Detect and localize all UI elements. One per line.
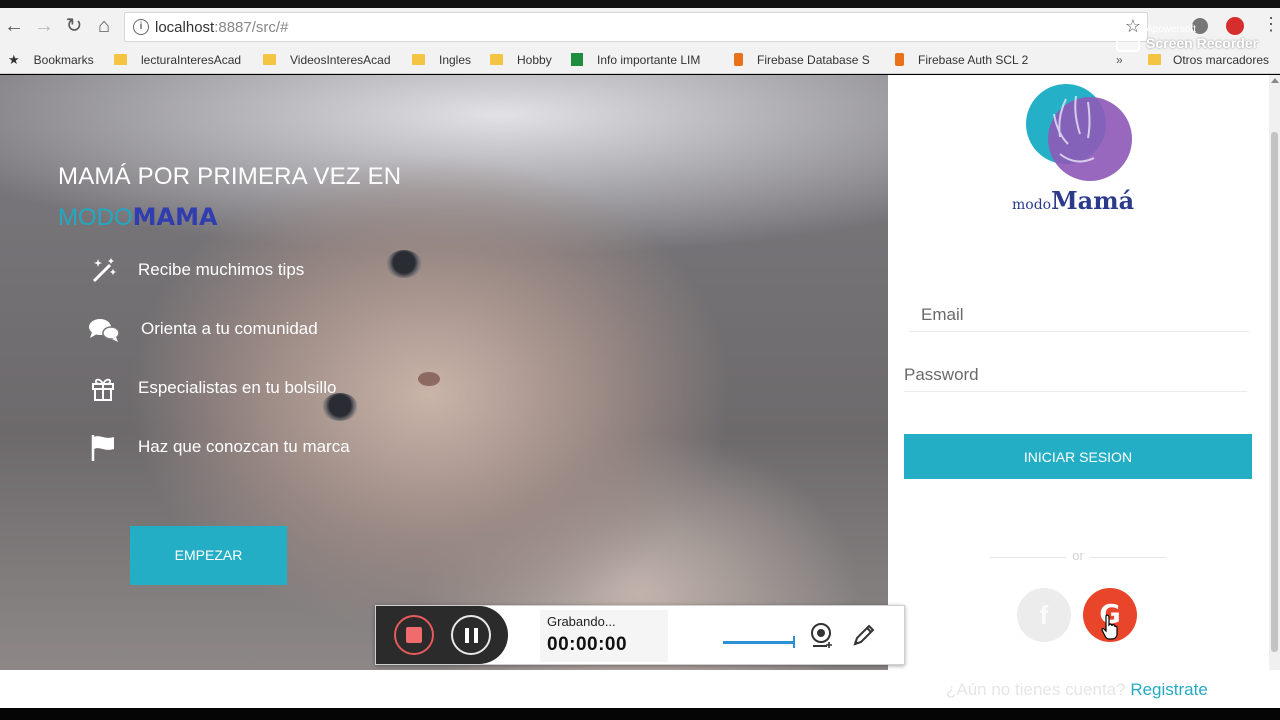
gift-icon: [88, 373, 118, 403]
firebase-icon: [734, 53, 743, 66]
sheets-icon: [571, 53, 583, 66]
magic-wand-icon: [88, 255, 118, 285]
screen-border: [0, 708, 1280, 720]
volume-slider[interactable]: [723, 636, 795, 648]
pause-record-button[interactable]: [451, 615, 491, 655]
baby-eye: [386, 250, 422, 278]
hero-brand: MODOMAMA: [58, 203, 218, 231]
recorder-watermark: Apowersoft Screen Recorder: [1112, 24, 1280, 54]
folder-icon: [412, 54, 425, 65]
feature-label: Especialistas en tu bolsillo: [138, 378, 337, 397]
home-icon[interactable]: ⌂: [92, 14, 116, 38]
address-bar[interactable]: i localhost:8887/src/# ☆: [124, 12, 1148, 42]
star-icon: ★: [8, 52, 20, 67]
baby-nose: [418, 372, 440, 386]
bookmarks-item[interactable]: ★ Bookmarks: [8, 52, 94, 68]
bookmark-folder-others[interactable]: Otros marcadores: [1148, 52, 1269, 68]
email-field[interactable]: [909, 298, 1249, 332]
camera-icon: [1116, 34, 1140, 52]
watermark-big-text: Screen Recorder: [1146, 35, 1259, 51]
feature-label: Orienta a tu comunidad: [141, 319, 318, 338]
signup-prompt: ¿Aún no tienes cuenta? Registrate: [946, 680, 1208, 699]
recorder-controls: [376, 606, 508, 664]
browser-toolbar: ← → ↻ ⌂ i localhost:8887/src/# ☆ ⋮: [0, 0, 1280, 46]
logo-wordmark: modoMamá: [1012, 186, 1135, 215]
flag-icon: [88, 432, 118, 462]
chat-bubbles-icon: [88, 314, 120, 344]
folder-icon: [490, 54, 503, 65]
reload-icon[interactable]: ↻: [62, 14, 86, 38]
overflow-chevron-icon[interactable]: »: [1116, 52, 1123, 68]
url-text: localhost:8887/src/#: [155, 19, 289, 36]
scroll-up-icon[interactable]: [1271, 78, 1279, 83]
bookmark-folder[interactable]: lecturaInteresAcad: [114, 52, 241, 68]
folder-icon: [1148, 54, 1161, 65]
back-icon[interactable]: ←: [2, 14, 26, 38]
empezar-button[interactable]: EMPEZAR: [130, 526, 287, 585]
register-link[interactable]: Registrate: [1130, 680, 1207, 699]
bookmark-link[interactable]: Firebase Auth SCL 2: [895, 52, 1040, 68]
stop-record-button[interactable]: [394, 615, 434, 655]
bookmark-folder[interactable]: Ingles: [412, 52, 471, 68]
recording-timer: 00:00:00: [547, 634, 628, 655]
info-icon[interactable]: i: [133, 19, 149, 35]
webcam-icon[interactable]: [809, 622, 835, 650]
bookmark-link[interactable]: Info importante LIM: [571, 52, 716, 68]
bookmark-folder[interactable]: VideosInteresAcad: [263, 52, 391, 68]
or-divider: or: [990, 548, 1166, 564]
scrollbar-thumb[interactable]: [1271, 132, 1278, 652]
password-field[interactable]: [904, 358, 1247, 392]
screen-recorder-bar: Grabando... 00:00:00: [375, 605, 905, 665]
hero-title: MAMÁ POR PRIMERA VEZ EN: [58, 163, 402, 190]
bookmark-link[interactable]: Firebase Database S: [734, 52, 879, 68]
folder-icon: [114, 54, 127, 65]
feature-label: Recibe muchimos tips: [138, 260, 305, 279]
folder-icon: [263, 54, 276, 65]
pen-annotate-icon[interactable]: [851, 622, 877, 648]
recording-status: Grabando...: [547, 614, 616, 629]
bookmarks-bar: ★ Bookmarks lecturaInteresAcad VideosInte…: [0, 46, 1280, 74]
bookmark-folder[interactable]: Hobby: [490, 52, 552, 68]
login-button[interactable]: INICIAR SESION: [904, 434, 1252, 479]
hand-cursor-icon: [1101, 614, 1118, 640]
forward-icon[interactable]: →: [32, 14, 56, 38]
facebook-login-button[interactable]: f: [1017, 588, 1071, 642]
watermark-small-text: Apowersoft: [1146, 24, 1197, 35]
feature-label: Haz que conozcan tu marca: [138, 437, 350, 456]
hero-section: MAMÁ POR PRIMERA VEZ EN MODOMAMA Recibe …: [0, 75, 888, 670]
firebase-icon: [895, 53, 904, 66]
